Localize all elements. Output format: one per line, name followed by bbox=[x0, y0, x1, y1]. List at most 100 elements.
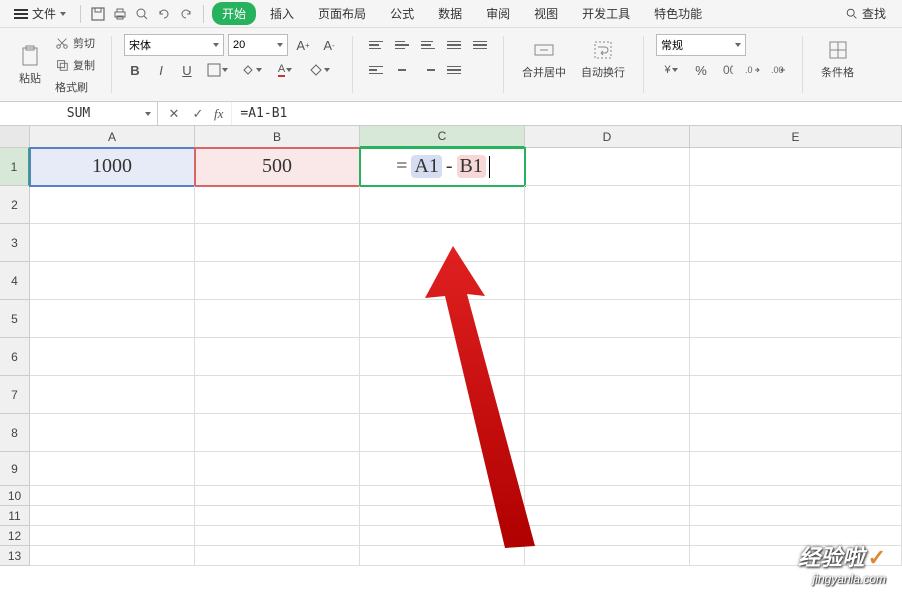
font-color-button[interactable]: A bbox=[270, 59, 300, 81]
accept-formula-button[interactable]: ✓ bbox=[190, 106, 206, 122]
name-box[interactable]: SUM bbox=[0, 102, 158, 125]
row-header-7[interactable]: 7 bbox=[0, 376, 30, 414]
cell[interactable] bbox=[195, 414, 360, 452]
cell[interactable] bbox=[690, 376, 902, 414]
row-header-4[interactable]: 4 bbox=[0, 262, 30, 300]
save-icon[interactable] bbox=[89, 5, 107, 23]
cell[interactable] bbox=[525, 486, 690, 506]
cell[interactable] bbox=[30, 262, 195, 300]
row-header-13[interactable]: 13 bbox=[0, 546, 30, 566]
cell[interactable] bbox=[690, 414, 902, 452]
cell[interactable] bbox=[30, 224, 195, 262]
cell[interactable] bbox=[690, 262, 902, 300]
cell[interactable] bbox=[195, 486, 360, 506]
cell[interactable] bbox=[690, 452, 902, 486]
row-header-3[interactable]: 3 bbox=[0, 224, 30, 262]
cell[interactable] bbox=[360, 262, 525, 300]
column-header-a[interactable]: A bbox=[30, 126, 195, 148]
cell[interactable] bbox=[195, 376, 360, 414]
row-header-8[interactable]: 8 bbox=[0, 414, 30, 452]
row-header-12[interactable]: 12 bbox=[0, 526, 30, 546]
cell[interactable] bbox=[30, 376, 195, 414]
cell[interactable] bbox=[690, 186, 902, 224]
tab-insert[interactable]: 插入 bbox=[260, 1, 304, 26]
cell[interactable] bbox=[690, 338, 902, 376]
paste-button[interactable]: 粘贴 bbox=[12, 40, 48, 90]
currency-button[interactable]: ¥ bbox=[656, 59, 686, 81]
cell[interactable] bbox=[360, 338, 525, 376]
print-preview-icon[interactable] bbox=[133, 5, 151, 23]
cell[interactable] bbox=[30, 338, 195, 376]
font-name-select[interactable]: 宋体 bbox=[124, 34, 224, 56]
cell[interactable] bbox=[195, 338, 360, 376]
tab-page-layout[interactable]: 页面布局 bbox=[308, 1, 376, 26]
cell[interactable] bbox=[525, 506, 690, 526]
cell[interactable] bbox=[360, 224, 525, 262]
merge-center-button[interactable]: 合并居中 bbox=[516, 34, 572, 95]
file-menu[interactable]: 文件 bbox=[8, 3, 72, 24]
print-icon[interactable] bbox=[111, 5, 129, 23]
wrap-text-button[interactable]: 自动换行 bbox=[575, 34, 631, 95]
cell[interactable] bbox=[525, 376, 690, 414]
cell-a1[interactable]: 1000 bbox=[30, 148, 195, 186]
conditional-format-button[interactable]: 条件格 bbox=[815, 34, 860, 95]
tab-formulas[interactable]: 公式 bbox=[380, 1, 424, 26]
tab-data[interactable]: 数据 bbox=[428, 1, 472, 26]
copy-button[interactable]: 复制 bbox=[51, 55, 99, 75]
number-format-select[interactable]: 常规 bbox=[656, 34, 746, 56]
cell[interactable] bbox=[195, 300, 360, 338]
cell[interactable] bbox=[30, 546, 195, 566]
increase-font-button[interactable]: A+ bbox=[292, 34, 314, 56]
cell[interactable] bbox=[30, 452, 195, 486]
row-header-2[interactable]: 2 bbox=[0, 186, 30, 224]
row-header-10[interactable]: 10 bbox=[0, 486, 30, 506]
cell[interactable] bbox=[525, 338, 690, 376]
cell[interactable] bbox=[30, 526, 195, 546]
align-top-button[interactable] bbox=[365, 34, 387, 56]
search-button[interactable]: 查找 bbox=[837, 1, 894, 26]
cell[interactable] bbox=[360, 506, 525, 526]
cell-e1[interactable] bbox=[690, 148, 902, 186]
percent-button[interactable]: % bbox=[690, 59, 712, 81]
redo-icon[interactable] bbox=[177, 5, 195, 23]
undo-icon[interactable] bbox=[155, 5, 173, 23]
align-middle-button[interactable] bbox=[391, 34, 413, 56]
tab-special[interactable]: 特色功能 bbox=[644, 1, 712, 26]
increase-decimal-button[interactable]: .0 bbox=[742, 59, 764, 81]
cell[interactable] bbox=[690, 546, 902, 566]
underline-button[interactable]: U bbox=[176, 59, 198, 81]
decrease-font-button[interactable]: A- bbox=[318, 34, 340, 56]
increase-indent-button[interactable] bbox=[469, 34, 491, 56]
justify-button[interactable] bbox=[443, 59, 465, 81]
cell[interactable] bbox=[195, 526, 360, 546]
cell[interactable] bbox=[360, 546, 525, 566]
cell[interactable] bbox=[690, 486, 902, 506]
cell[interactable] bbox=[525, 414, 690, 452]
align-center-button[interactable] bbox=[391, 59, 413, 81]
cell-c1[interactable]: = A1 - B1 bbox=[360, 148, 525, 186]
border-button[interactable] bbox=[202, 59, 232, 81]
row-header-9[interactable]: 9 bbox=[0, 452, 30, 486]
cell[interactable] bbox=[360, 186, 525, 224]
cell[interactable] bbox=[30, 506, 195, 526]
align-right-button[interactable] bbox=[417, 59, 439, 81]
align-left-button[interactable] bbox=[365, 59, 387, 81]
cell[interactable] bbox=[525, 262, 690, 300]
decrease-indent-button[interactable] bbox=[443, 34, 465, 56]
cell[interactable] bbox=[525, 526, 690, 546]
format-painter-button[interactable]: 格式刷 bbox=[51, 77, 99, 97]
row-header-11[interactable]: 11 bbox=[0, 506, 30, 526]
cell[interactable] bbox=[525, 546, 690, 566]
column-header-b[interactable]: B bbox=[195, 126, 360, 148]
cell[interactable] bbox=[360, 452, 525, 486]
column-header-c[interactable]: C bbox=[360, 126, 525, 148]
cell[interactable] bbox=[360, 376, 525, 414]
decrease-decimal-button[interactable]: .00 bbox=[768, 59, 790, 81]
cell-b1[interactable]: 500 bbox=[195, 148, 360, 186]
font-size-select[interactable]: 20 bbox=[228, 34, 288, 56]
fx-icon[interactable]: fx bbox=[214, 106, 223, 122]
cell[interactable] bbox=[30, 300, 195, 338]
formula-input[interactable]: =A1-B1 bbox=[232, 102, 902, 125]
cell[interactable] bbox=[360, 486, 525, 506]
cell[interactable] bbox=[525, 186, 690, 224]
